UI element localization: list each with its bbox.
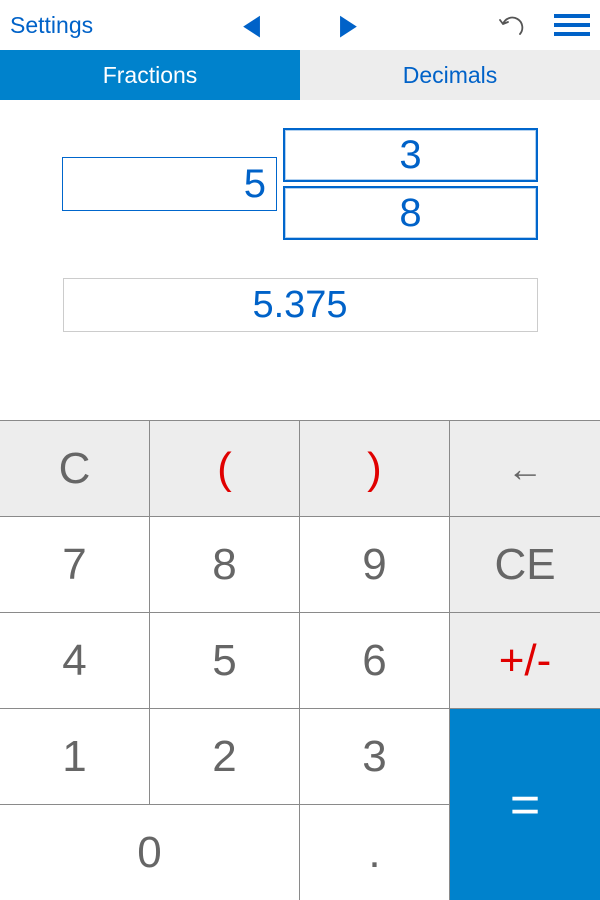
numerator-field[interactable]: 3 <box>283 128 538 182</box>
digit-4-button[interactable]: 4 <box>0 613 150 709</box>
next-arrow-icon[interactable]: ▶ <box>340 8 357 42</box>
digit-0-button[interactable]: 0 <box>0 805 300 900</box>
result-display: 5.375 <box>63 278 538 332</box>
decimal-point-button[interactable]: . <box>300 805 450 900</box>
menu-icon[interactable] <box>554 14 590 36</box>
whole-number-field[interactable]: 5 <box>62 157 277 211</box>
digit-8-button[interactable]: 8 <box>150 517 300 613</box>
equals-button[interactable]: = <box>450 709 600 900</box>
display-area: 5 3 8 5.375 <box>0 100 600 420</box>
tab-decimals[interactable]: Decimals <box>300 50 600 100</box>
digit-7-button[interactable]: 7 <box>0 517 150 613</box>
tab-fractions[interactable]: Fractions <box>0 50 300 100</box>
fraction-input: 5 3 8 <box>0 128 600 240</box>
clear-button[interactable]: C <box>0 421 150 517</box>
mode-tabs: Fractions Decimals <box>0 50 600 100</box>
digit-9-button[interactable]: 9 <box>300 517 450 613</box>
undo-icon[interactable] <box>498 12 526 38</box>
settings-button[interactable]: Settings <box>10 12 93 39</box>
backspace-button[interactable]: ← <box>450 421 600 517</box>
top-toolbar: Settings ◀ ▶ <box>0 0 600 50</box>
toolbar-right <box>498 12 590 38</box>
clear-entry-button[interactable]: CE <box>450 517 600 613</box>
sign-toggle-button[interactable]: +/- <box>450 613 600 709</box>
denominator-field[interactable]: 8 <box>283 186 538 240</box>
digit-5-button[interactable]: 5 <box>150 613 300 709</box>
paren-close-button[interactable]: ) <box>300 421 450 517</box>
paren-open-button[interactable]: ( <box>150 421 300 517</box>
digit-6-button[interactable]: 6 <box>300 613 450 709</box>
digit-2-button[interactable]: 2 <box>150 709 300 805</box>
digit-1-button[interactable]: 1 <box>0 709 150 805</box>
fraction-stack: 3 8 <box>283 128 538 240</box>
keypad: C ( ) ← 7 8 9 CE 4 5 6 +/- 1 2 3 = 0 . <box>0 420 600 900</box>
digit-3-button[interactable]: 3 <box>300 709 450 805</box>
prev-arrow-icon[interactable]: ◀ <box>243 8 260 42</box>
